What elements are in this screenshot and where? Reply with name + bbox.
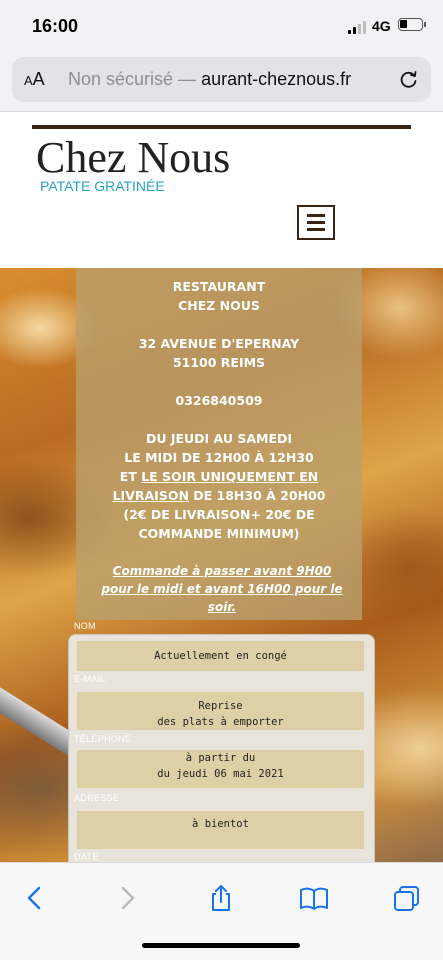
status-time: 16:00 [32,16,79,36]
network-type: 4G [372,18,391,34]
form-label-address: ADRESSE [74,793,120,803]
bookmarks-icon[interactable] [299,883,329,913]
closed-notice: Actuellement en congé [77,641,364,671]
hero-section: RESTAURANT CHEZ NOUS 32 AVENUE D'EPERNAY… [0,268,443,862]
tabs-icon[interactable] [392,883,422,913]
forward-icon[interactable] [112,883,142,913]
form-label-name: NOM [74,621,96,631]
security-label: Non sécurisé — [68,69,202,89]
site-header: Chez Nous PATATE GRATINÉE [0,112,443,268]
menu-button[interactable] [297,205,335,240]
url-field[interactable]: Non sécurisé — aurant-cheznous.fr [68,69,398,90]
delivery-link[interactable]: LE SOIR UNIQUEMENT EN [141,469,318,484]
back-icon[interactable] [20,883,50,913]
site-subtitle: PATATE GRATINÉE [40,178,165,194]
closure-notice-popup: Actuellement en congé Reprise des plats … [68,634,375,862]
phone-number[interactable]: 0326840509 [76,391,362,410]
domain-label: aurant-cheznous.fr [201,69,352,89]
form-label-phone: TÉLÉPHONE [74,734,132,744]
restaurant-name-line2: CHEZ NOUS [178,298,260,313]
farewell-notice: à bientot [77,811,364,849]
reopen-notice-top: Reprise des plats à emporter [77,692,364,730]
delivery-line1: (2€ DE LIVRAISON+ 20€ DE [123,507,315,522]
address-line2: 51100 REIMS [172,355,266,370]
reopen-notice-bottom: à partir du du jeudi 06 mai 2021 [77,750,364,788]
hours-line4: LIVRAISON DE 18H30 À 20H00 [112,488,326,503]
order-deadline-note[interactable]: Commande à passer avant 9H00 pour le mid… [100,562,344,616]
address-bar[interactable]: AA Non sécurisé — aurant-cheznous.fr [12,57,431,102]
signal-strength-icon [348,21,368,34]
home-indicator [142,943,300,948]
form-label-date: DATE [74,852,99,862]
reader-settings-button[interactable]: AA [24,69,45,90]
header-divider [32,125,411,129]
address-line1: 32 AVENUE D'EPERNAY [138,336,300,351]
site-title[interactable]: Chez Nous [36,132,230,183]
share-icon[interactable] [206,883,236,913]
browser-address-area: AA Non sécurisé — aurant-cheznous.fr [0,52,443,112]
hours-line2: LE MIDI DE 12H00 À 12H30 [124,450,314,465]
hours-line3: ET LE SOIR UNIQUEMENT EN [119,469,319,484]
form-label-email: E-MAIL [74,674,106,684]
restaurant-name-line1: RESTAURANT [172,279,266,294]
delivery-line2: COMMANDE MINIMUM) [138,526,300,541]
hours-line1: DU JEUDI AU SAMEDI [145,431,293,446]
status-bar: 16:00 4G [0,0,443,52]
delivery-link-cont[interactable]: LIVRAISON [113,488,189,503]
reload-icon[interactable] [399,69,419,89]
battery-icon [398,18,426,31]
